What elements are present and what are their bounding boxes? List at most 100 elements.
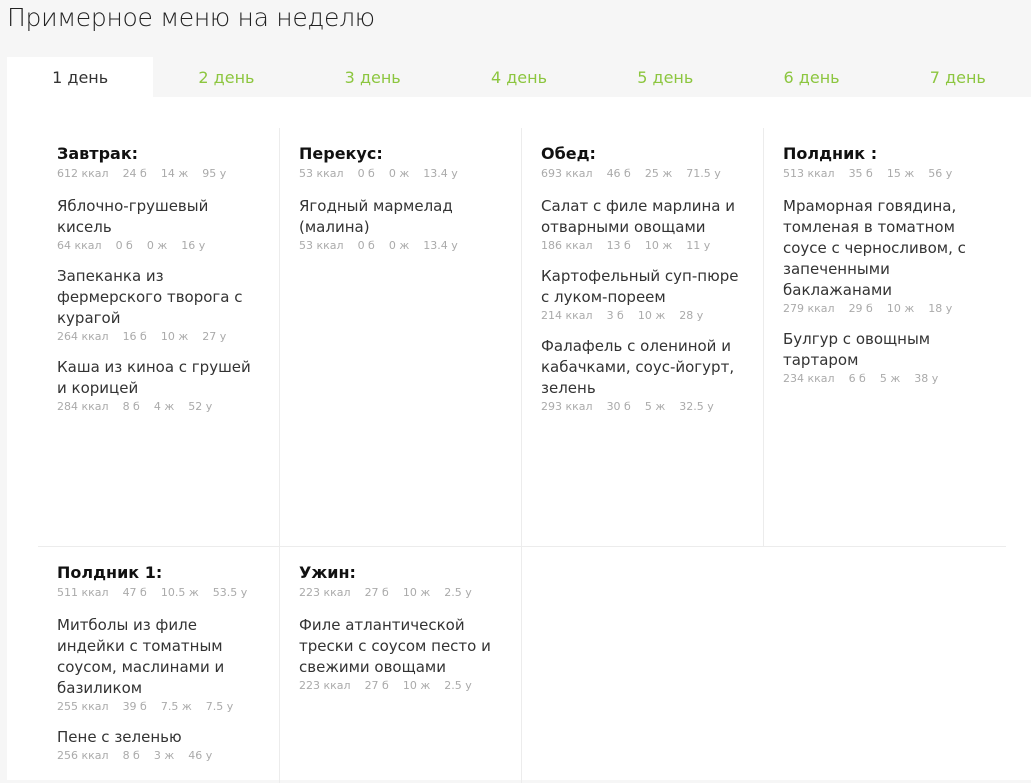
fat-value: 4 ж <box>153 400 175 413</box>
carbs-value: 13.4 у <box>423 239 458 252</box>
meal-totals: 223 ккал 27 б 10 ж 2.5 у <box>299 586 503 599</box>
kcal-value: 64 ккал <box>57 239 102 252</box>
tab-day-5[interactable]: 5 день <box>592 57 738 97</box>
dish-item: Каша из киноа с грушей и корицей 284 кка… <box>57 357 261 413</box>
kcal-value: 284 ккал <box>57 400 109 413</box>
meal-card-dinner: Ужин: 223 ккал 27 б 10 ж 2.5 у Филе атла… <box>280 547 522 783</box>
fat-value: 10 ж <box>402 679 431 692</box>
meal-card-afternoon-snack-1: Полдник 1: 511 ккал 47 б 10.5 ж 53.5 у М… <box>38 547 280 783</box>
protein-value: 8 б <box>122 400 140 413</box>
kcal-value: 186 ккал <box>541 239 593 252</box>
meal-title: Обед: <box>541 144 596 163</box>
carbs-value: 27 у <box>202 330 227 343</box>
carbs-value: 71.5 у <box>686 167 721 180</box>
meal-totals: 513 ккал 35 б 15 ж 56 у <box>783 167 988 180</box>
tab-day-4[interactable]: 4 день <box>446 57 592 97</box>
meal-card-afternoon-snack: Полдник : 513 ккал 35 б 15 ж 56 у Мрамор… <box>764 128 1006 546</box>
protein-value: 27 б <box>364 586 389 599</box>
carbs-value: 56 у <box>928 167 953 180</box>
meal-totals: 53 ккал 0 б 0 ж 13.4 у <box>299 167 503 180</box>
meal-card-snack: Перекус: 53 ккал 0 б 0 ж 13.4 у Ягодный … <box>280 128 522 546</box>
dish-name[interactable]: Булгур с овощным тартаром <box>783 329 988 371</box>
dish-nutrition: 256 ккал 8 б 3 ж 46 у <box>57 749 261 762</box>
dish-name[interactable]: Филе атлантической трески с соусом песто… <box>299 615 503 678</box>
dish-nutrition: 223 ккал 27 б 10 ж 2.5 у <box>299 679 503 692</box>
protein-value: 8 б <box>122 749 140 762</box>
tab-day-3[interactable]: 3 день <box>300 57 446 97</box>
protein-value: 46 б <box>606 167 631 180</box>
fat-value: 0 ж <box>388 239 410 252</box>
tab-day-6[interactable]: 6 день <box>738 57 884 97</box>
meal-title: Полдник : <box>783 144 878 163</box>
dish-name[interactable]: Запеканка из фермерского творога с кураг… <box>57 266 261 329</box>
carbs-value: 32.5 у <box>679 400 714 413</box>
tab-day-7[interactable]: 7 день <box>885 57 1031 97</box>
protein-value: 30 б <box>606 400 631 413</box>
protein-value: 0 б <box>357 167 375 180</box>
kcal-value: 234 ккал <box>783 372 835 385</box>
dish-name[interactable]: Пене с зеленью <box>57 727 261 748</box>
meals-row: Завтрак: 612 ккал 24 б 14 ж 95 у Яблочно… <box>38 128 1006 547</box>
meal-title: Ужин: <box>299 563 356 582</box>
protein-value: 6 б <box>848 372 866 385</box>
dish-nutrition: 64 ккал 0 б 0 ж 16 у <box>57 239 261 252</box>
kcal-value: 53 ккал <box>299 239 344 252</box>
kcal-value: 255 ккал <box>57 700 109 713</box>
dish-nutrition: 279 ккал 29 б 10 ж 18 у <box>783 302 988 315</box>
carbs-value: 95 у <box>202 167 227 180</box>
fat-value: 0 ж <box>388 167 410 180</box>
dish-name[interactable]: Картофельный суп-пюре с луком-пореем <box>541 266 745 308</box>
meal-totals: 511 ккал 47 б 10.5 ж 53.5 у <box>57 586 261 599</box>
fat-value: 10 ж <box>402 586 431 599</box>
kcal-value: 612 ккал <box>57 167 109 180</box>
kcal-value: 513 ккал <box>783 167 835 180</box>
dish-nutrition: 255 ккал 39 б 7.5 ж 7.5 у <box>57 700 261 713</box>
dish-name[interactable]: Каша из киноа с грушей и корицей <box>57 357 261 399</box>
dish-nutrition: 53 ккал 0 б 0 ж 13.4 у <box>299 239 503 252</box>
day-tabs: 1 день 2 день 3 день 4 день 5 день 6 ден… <box>7 57 1031 97</box>
dish-name[interactable]: Мраморная говядина, томленая в томатном … <box>783 196 988 301</box>
fat-value: 7.5 ж <box>160 700 192 713</box>
tab-day-2[interactable]: 2 день <box>153 57 299 97</box>
dish-item: Филе атлантической трески с соусом песто… <box>299 615 503 692</box>
carbs-value: 53.5 у <box>212 586 248 599</box>
protein-value: 29 б <box>848 302 873 315</box>
protein-value: 0 б <box>357 239 375 252</box>
kcal-value: 293 ккал <box>541 400 593 413</box>
protein-value: 13 б <box>606 239 631 252</box>
meals-row: Полдник 1: 511 ккал 47 б 10.5 ж 53.5 у М… <box>38 547 1006 783</box>
kcal-value: 223 ккал <box>299 679 351 692</box>
kcal-value: 53 ккал <box>299 167 344 180</box>
carbs-value: 46 у <box>188 749 213 762</box>
dish-item: Фалафель с олениной и кабачками, соус-йо… <box>541 336 745 413</box>
fat-value: 10 ж <box>160 330 189 343</box>
meal-totals: 612 ккал 24 б 14 ж 95 у <box>57 167 261 180</box>
page-title: Примерное меню на неделю <box>7 3 375 32</box>
carbs-value: 2.5 у <box>444 679 472 692</box>
fat-value: 10 ж <box>637 309 666 322</box>
dish-name[interactable]: Фалафель с олениной и кабачками, соус-йо… <box>541 336 745 399</box>
protein-value: 0 б <box>115 239 133 252</box>
kcal-value: 214 ккал <box>541 309 593 322</box>
protein-value: 3 б <box>606 309 624 322</box>
dish-item: Мраморная говядина, томленая в томатном … <box>783 196 988 315</box>
carbs-value: 38 у <box>914 372 939 385</box>
dish-name[interactable]: Ягодный мармелад (малина) <box>299 196 503 238</box>
carbs-value: 13.4 у <box>423 167 458 180</box>
tab-day-1[interactable]: 1 день <box>7 57 154 97</box>
kcal-value: 511 ккал <box>57 586 109 599</box>
protein-value: 27 б <box>364 679 389 692</box>
kcal-value: 264 ккал <box>57 330 109 343</box>
meal-title: Полдник 1: <box>57 563 163 582</box>
dish-name[interactable]: Митболы из филе индейки с томатным соусо… <box>57 615 261 699</box>
dish-name[interactable]: Салат с филе марлина и отварными овощами <box>541 196 745 238</box>
fat-value: 0 ж <box>146 239 168 252</box>
dish-item: Запеканка из фермерского творога с кураг… <box>57 266 261 343</box>
protein-value: 24 б <box>122 167 147 180</box>
dish-item: Пене с зеленью 256 ккал 8 б 3 ж 46 у <box>57 727 261 762</box>
dish-name[interactable]: Яблочно-грушевый кисель <box>57 196 261 238</box>
meal-title: Перекус: <box>299 144 383 163</box>
fat-value: 5 ж <box>644 400 666 413</box>
menu-panel: Завтрак: 612 ккал 24 б 14 ж 95 у Яблочно… <box>7 97 1031 783</box>
dish-item: Ягодный мармелад (малина) 53 ккал 0 б 0 … <box>299 196 503 252</box>
